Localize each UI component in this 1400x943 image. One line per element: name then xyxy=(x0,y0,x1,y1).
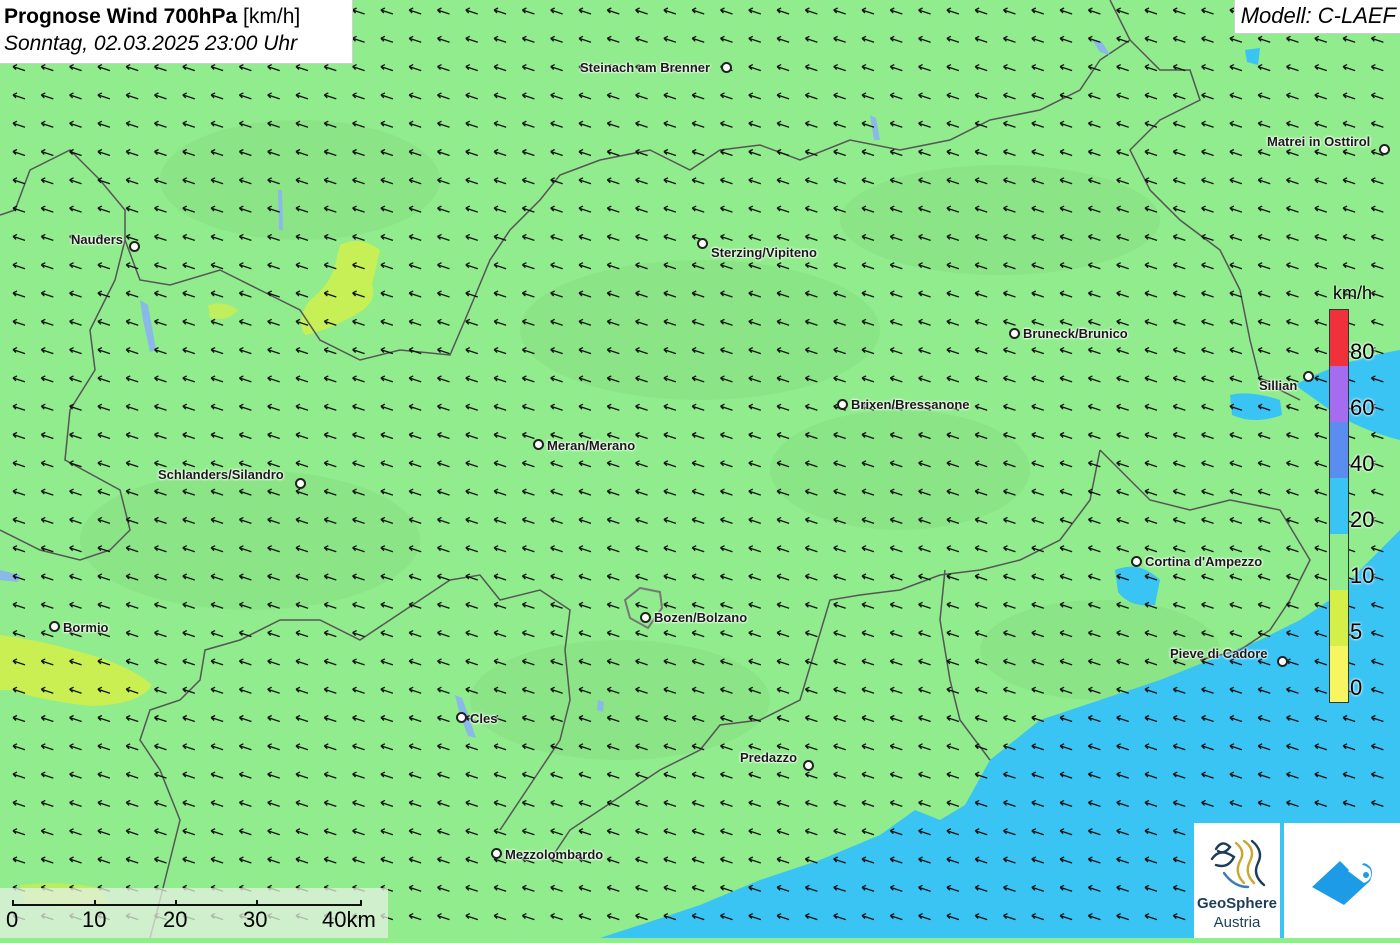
city-marker-icon[interactable] xyxy=(640,612,651,623)
scale-tick xyxy=(256,900,258,906)
legend-label-10: 10 xyxy=(1350,563,1375,588)
legend-colorbar xyxy=(1329,309,1349,703)
geosphere-logo[interactable]: GeoSphere Austria xyxy=(1194,823,1280,938)
scale-label-30: 30 xyxy=(243,907,268,932)
scale-label-10: 10 xyxy=(82,907,107,932)
scale-tick xyxy=(175,900,177,906)
city-label: Schlanders/Silandro xyxy=(158,467,284,482)
legend-seg-10-20 xyxy=(1330,534,1348,590)
legend-seg-60-80 xyxy=(1330,366,1348,422)
title-unit: [km/h] xyxy=(243,5,301,28)
city-label: Meran/Merano xyxy=(547,438,636,453)
city-label: Matrei in Osttirol xyxy=(1267,134,1371,149)
geosphere-country: Austria xyxy=(1213,914,1261,931)
scale-label-0: 0 xyxy=(6,907,19,932)
scale-bar xyxy=(12,900,362,906)
city-marker-icon[interactable] xyxy=(721,62,732,73)
scale-tick xyxy=(94,900,96,906)
legend-label-40: 40 xyxy=(1350,451,1375,476)
legend-seg-0-5 xyxy=(1330,646,1348,702)
geosphere-name: GeoSphere xyxy=(1196,895,1278,912)
legend-seg-5-10 xyxy=(1330,590,1348,646)
model-label: Modell: C-LAEF xyxy=(1233,0,1400,34)
scale-label-40km: 40km xyxy=(322,907,376,932)
page-title: Prognose Wind 700hPa [km/h] xyxy=(4,4,352,30)
legend-unit: km/h xyxy=(1333,283,1373,303)
city-label: Steinach am Brenner xyxy=(580,60,711,75)
city-label: Sterzing/Vipiteno xyxy=(711,245,817,260)
legend-label-5: 5 xyxy=(1350,619,1363,644)
title-box: Prognose Wind 700hPa [km/h] Sonntag, 02.… xyxy=(0,0,353,64)
city-marker-icon[interactable] xyxy=(49,621,60,632)
city-marker-icon[interactable] xyxy=(697,238,708,249)
wind-app-icon xyxy=(1312,861,1372,905)
geosphere-emblem-icon xyxy=(1210,839,1266,889)
legend-label-60: 60 xyxy=(1350,395,1375,420)
city-marker-icon[interactable] xyxy=(491,848,502,859)
title-main: Prognose Wind 700hPa xyxy=(4,5,238,28)
scale-label-20: 20 xyxy=(163,907,188,932)
city-marker-icon[interactable] xyxy=(1379,144,1390,155)
legend-seg-20-40 xyxy=(1330,478,1348,534)
city-marker-icon[interactable] xyxy=(533,439,544,450)
legend-label-80: 80 xyxy=(1350,339,1375,364)
legend-label-0: 0 xyxy=(1350,675,1363,700)
city-label: Bozen/Bolzano xyxy=(654,610,748,625)
city-marker-icon[interactable] xyxy=(837,399,848,410)
city-marker-icon[interactable] xyxy=(295,478,306,489)
city-marker-icon[interactable] xyxy=(129,241,140,252)
city-marker-icon[interactable] xyxy=(1277,656,1288,667)
city-label: Brixen/Bressanone xyxy=(851,397,970,412)
city-marker-icon[interactable] xyxy=(1009,328,1020,339)
city-label: Cortina d'Ampezzo xyxy=(1145,554,1263,569)
city-label: Nauders xyxy=(71,232,124,247)
legend-seg-40-60 xyxy=(1330,422,1348,478)
city-marker-icon[interactable] xyxy=(803,760,814,771)
city-label: Bormio xyxy=(63,620,109,635)
legend-label-20: 20 xyxy=(1350,507,1375,532)
forecast-datetime: Sonntag, 02.03.2025 23:00 Uhr xyxy=(4,32,298,55)
city-marker-icon[interactable] xyxy=(456,712,467,723)
city-label: Cles xyxy=(470,711,498,726)
legend-seg-above-80 xyxy=(1330,310,1348,366)
city-label: Pieve di Cadore xyxy=(1170,646,1268,661)
city-label: Predazzo xyxy=(740,750,798,765)
city-marker-icon[interactable] xyxy=(1131,556,1142,567)
city-marker-icon[interactable] xyxy=(1303,371,1314,382)
city-label: Mezzolombardo xyxy=(505,847,604,862)
city-label: Sillian xyxy=(1259,378,1298,393)
city-label: Bruneck/Brunico xyxy=(1023,326,1128,341)
app-logo[interactable] xyxy=(1284,823,1400,938)
